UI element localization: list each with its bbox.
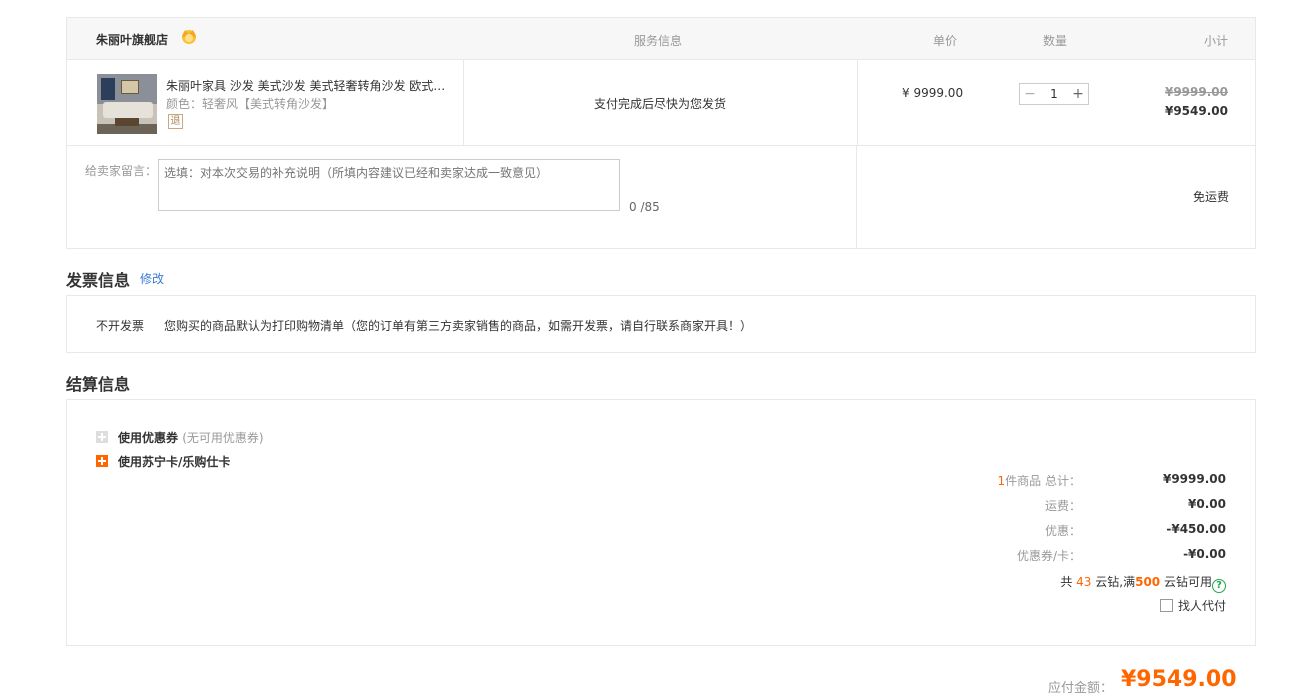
summary-discount-value: -¥450.00: [1166, 522, 1226, 536]
expand-plus-icon: [96, 455, 108, 467]
amount-due-value: ¥9549.00: [1121, 667, 1237, 692]
product-spec: 颜色：轻奢风【美式转角沙发】: [166, 97, 335, 111]
quantity-stepper: − +: [1019, 83, 1089, 105]
invoice-panel: 不开发票 您购买的商品默认为打印购物清单（您的订单有第三方卖家销售的商品，如需开…: [66, 295, 1256, 353]
summary-freight-value: ¥0.00: [1188, 497, 1226, 511]
message-label: 给卖家留言：: [85, 164, 158, 178]
summary-total-value: ¥9999.00: [1162, 472, 1226, 486]
invoice-type: 不开发票: [96, 319, 145, 333]
shipping-fee: 免运费: [1192, 190, 1229, 204]
unit-price: ¥ 9999.00: [902, 86, 964, 100]
order-table: 朱丽叶旗舰店 服务信息 单价 数量 小计 朱丽叶家具 沙发 美式沙发 美式轻奢转…: [66, 17, 1256, 249]
coins-count: 43: [1076, 575, 1092, 589]
pay-for-me-label: 找人代付: [1177, 599, 1226, 613]
checkbox-icon[interactable]: [1159, 599, 1173, 612]
summary-total-label: 1件商品 总计：: [997, 474, 1081, 488]
header-quantity: 数量: [1043, 34, 1068, 48]
header-price: 单价: [933, 34, 958, 48]
seller-message-input[interactable]: [158, 159, 620, 211]
expand-plus-icon: [96, 431, 108, 443]
summary-coupon-card-line: 优惠券/卡： -¥0.00: [926, 547, 1226, 563]
item-info-cell: 朱丽叶家具 沙发 美式沙发 美式轻奢转角沙发 欧式… 颜色：轻奢风【美式转角沙发…: [67, 60, 464, 145]
summary-coupon-card-value: -¥0.00: [1183, 547, 1226, 561]
coins-threshold: 500: [1135, 575, 1161, 589]
original-subtotal: ¥9999.00: [1164, 85, 1228, 99]
use-gift-card-label: 使用苏宁卡/乐购仕卡: [118, 455, 231, 469]
summary-discount-line: 优惠： -¥450.00: [926, 522, 1226, 538]
invoice-section-title: 发票信息: [66, 271, 131, 290]
message-char-count: 0 /85: [629, 200, 660, 214]
use-coupon-label: 使用优惠券 (无可用优惠券): [118, 431, 264, 445]
order-header: 朱丽叶旗舰店 服务信息 单价 数量 小计: [67, 18, 1255, 60]
shop-name[interactable]: 朱丽叶旗舰店: [96, 31, 168, 48]
header-subtotal: 小计: [1204, 34, 1229, 48]
column-divider: [857, 60, 858, 145]
coupon-note: (无可用优惠券): [182, 431, 264, 445]
message-row: 给卖家留言： 0 /85 免运费: [67, 146, 1255, 248]
product-thumbnail[interactable]: [97, 74, 157, 134]
qty-increase-button[interactable]: +: [1068, 84, 1088, 104]
quantity-input[interactable]: [1040, 84, 1068, 104]
summary-discount-label: 优惠：: [1044, 524, 1081, 538]
summary-freight-line: 运费： ¥0.00: [926, 497, 1226, 513]
shop-badge-icon: [182, 30, 196, 44]
product-title[interactable]: 朱丽叶家具 沙发 美式沙发 美式轻奢转角沙发 欧式…: [166, 77, 451, 94]
summary-coupon-card-label: 优惠券/卡：: [1016, 549, 1081, 563]
final-subtotal: ¥9549.00: [1164, 104, 1228, 118]
invoice-description: 您购买的商品默认为打印购物清单（您的订单有第三方卖家销售的商品，如需开发票，请自…: [164, 319, 753, 333]
service-info: 支付完成后尽快为您发货: [594, 97, 727, 111]
order-item-row: 朱丽叶家具 沙发 美式沙发 美式轻奢转角沙发 欧式… 颜色：轻奢风【美式转角沙发…: [67, 60, 1255, 146]
cloud-diamond-info: 共 43 云钻,满500 云钻可用?: [1060, 573, 1226, 593]
settlement-panel: 使用优惠券 (无可用优惠券) 使用苏宁卡/乐购仕卡 1件商品 总计： ¥9999…: [66, 399, 1256, 646]
return-badge: 退: [168, 114, 183, 129]
settlement-section-title: 结算信息: [66, 375, 131, 394]
pay-for-me-checkbox[interactable]: 找人代付: [1159, 597, 1226, 614]
summary-freight-label: 运费：: [1044, 499, 1081, 513]
summary-total-line: 1件商品 总计： ¥9999.00: [926, 472, 1226, 488]
amount-due-label: 应付金额：: [1048, 681, 1114, 696]
header-service: 服务信息: [634, 34, 683, 48]
column-divider: [856, 146, 857, 248]
invoice-edit-link[interactable]: 修改: [140, 270, 164, 287]
help-icon[interactable]: ?: [1212, 579, 1226, 593]
qty-decrease-button[interactable]: −: [1020, 84, 1040, 104]
